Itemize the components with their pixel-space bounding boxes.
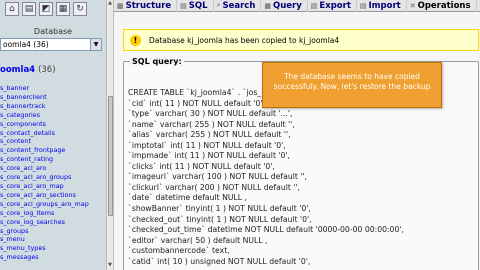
tutorial-tooltip: The database seems to have copied succes… <box>262 62 442 108</box>
table-link[interactable]: s_groups <box>0 227 89 236</box>
scroll-up-icon[interactable]: ▲ <box>107 0 113 8</box>
scrollbar-thumb[interactable] <box>108 96 113 216</box>
tab-bar: ▦ Structure ▤ SQL ⌕ Search ▦ Query ▤ Export ▤ Impor… <box>114 0 480 12</box>
sql-line: `name` varchar( 255 ) NOT NULL default '… <box>128 119 295 129</box>
table-link[interactable]: s_core_acl_aro <box>0 164 89 173</box>
table-link[interactable]: s_bannerclient <box>0 93 89 102</box>
sql-line: `catid` int( 10 ) unsigned NOT NULL defa… <box>128 256 311 266</box>
table-link[interactable]: s_categories <box>0 111 89 120</box>
table-link[interactable]: s_components <box>0 120 89 129</box>
tab-search[interactable]: ⌕ Search <box>214 0 262 12</box>
sql-line: `date` datetime default NULL , <box>128 193 247 203</box>
table-link[interactable]: s_core_acl_aro_groups <box>0 173 89 182</box>
sql-line: `checked_out_time` datetime NOT NULL def… <box>128 225 404 235</box>
sql-line: `clicks` int( 11 ) NOT NULL default '0', <box>128 161 275 171</box>
database-select[interactable]: oomla4 (36) ▼ <box>0 38 102 51</box>
sql-query-lines: CREATE TABLE `kj_joomla4` . `jos_...` en… <box>128 88 404 267</box>
sql-line: `showBanner` tinyint( 1 ) NOT NULL defau… <box>128 204 311 214</box>
table-link[interactable]: s_core_acl_aro_sections <box>0 191 89 200</box>
notice-text: Database kj_joomla has been copied to kj… <box>149 35 340 45</box>
sql-line: `alias` varchar( 255 ) NOT NULL default … <box>128 130 291 140</box>
notice-icon: ! <box>130 34 141 46</box>
tutorial-tooltip-text: The database seems to have copied succes… <box>273 72 431 91</box>
sql-line: `custombannercode` text, <box>128 246 230 256</box>
chevron-down-icon[interactable]: ▼ <box>90 39 101 50</box>
table-link[interactable]: s_contact_details <box>0 129 89 138</box>
tab-query[interactable]: ▦ Query <box>261 0 308 12</box>
success-notice: ! Database kj_joomla has been copied to … <box>123 29 479 51</box>
scroll-down-icon[interactable]: ▼ <box>107 262 113 270</box>
tab-import[interactable]: ▤ Import <box>357 0 407 12</box>
table-list: s_banner s_bannerclient s_bannertrack s_cat… <box>0 84 89 262</box>
main-content: ▦ Structure ▤ SQL ⌕ Search ▦ Query ▤ Export ▤ Impor… <box>114 0 480 270</box>
operations-icon: ✕ <box>409 1 416 10</box>
database-select-value: oomla4 (36) <box>3 40 49 49</box>
reload-icon[interactable]: ↻ <box>73 2 87 16</box>
sql-window-icon[interactable]: ▤ <box>22 2 36 16</box>
home-icon[interactable]: ⌂ <box>5 2 19 16</box>
import-icon: ▤ <box>359 1 367 10</box>
table-link[interactable]: s_core_acl_groups_aro_map <box>0 200 89 209</box>
table-link[interactable]: s_content <box>0 137 89 146</box>
table-link[interactable]: s_content_rating <box>0 155 89 164</box>
tab-label: SQL <box>188 0 208 11</box>
tab-label: Export <box>319 0 351 11</box>
database-table-count: (36) <box>38 65 56 75</box>
tab-sql[interactable]: ▤ SQL <box>177 0 214 12</box>
sql-query-legend: SQL query: <box>130 57 184 66</box>
tab-label: Search <box>222 0 256 11</box>
table-link[interactable]: s_core_log_searches <box>0 218 89 227</box>
sql-icon: ▤ <box>180 1 187 10</box>
sql-line: `impmade` int( 11 ) NOT NULL default '0'… <box>128 151 290 161</box>
query-icon: ▦ <box>264 1 272 10</box>
table-link[interactable]: s_menu_types <box>0 244 89 253</box>
tab-operations[interactable]: ✕ Operations <box>407 0 477 12</box>
structure-icon: ▦ <box>117 1 124 10</box>
tab-export[interactable]: ▤ Export <box>308 0 357 12</box>
table-link[interactable]: s_menu <box>0 235 89 244</box>
database-label: Database <box>33 27 73 36</box>
nav-icon-row: ⌂ ▤ ◩ ▦ ↻ <box>5 2 87 16</box>
table-link[interactable]: s_messages <box>0 253 89 262</box>
table-link[interactable]: s_core_log_items <box>0 209 89 218</box>
sql-line: `imageurl` varchar( 100 ) NOT NULL defau… <box>128 172 307 182</box>
tab-label: Import <box>368 0 401 11</box>
sql-line: `editor` varchar( 50 ) default NULL , <box>128 235 268 245</box>
tab-label: Structure <box>125 0 172 11</box>
database-title-name[interactable]: oomla4 <box>0 65 35 75</box>
database-title[interactable]: oomla4 (36) <box>0 65 56 75</box>
docs-icon[interactable]: ◩ <box>39 2 53 16</box>
search-icon: ⌕ <box>216 1 221 9</box>
table-link[interactable]: s_banner <box>0 84 89 93</box>
sql-line: `clickurl` varchar( 200 ) NOT NULL defau… <box>128 182 300 192</box>
table-link[interactable]: s_content_frontpage <box>0 146 89 155</box>
left-navigation-panel: ⌂ ▤ ◩ ▦ ↻ Database oomla4 (36) ▼ oomla4 … <box>0 0 106 270</box>
sql-line: `type` varchar( 30 ) NOT NULL default '.… <box>128 109 293 119</box>
query-window-icon[interactable]: ▦ <box>56 2 70 16</box>
table-link[interactable]: s_core_acl_aro_map <box>0 182 89 191</box>
sql-line: `imptotal` int( 11 ) NOT NULL default '0… <box>128 140 286 150</box>
tab-label: Operations <box>417 0 471 11</box>
tab-structure[interactable]: ▦ Structure <box>114 0 178 12</box>
tab-label: Query <box>273 0 302 11</box>
export-icon: ▤ <box>310 1 318 10</box>
table-link[interactable]: s_bannertrack <box>0 102 89 111</box>
left-panel-scrollbar[interactable]: ▲ ▼ <box>106 0 114 270</box>
sql-line: `checked_out` tinyint( 1 ) NOT NULL defa… <box>128 214 312 224</box>
